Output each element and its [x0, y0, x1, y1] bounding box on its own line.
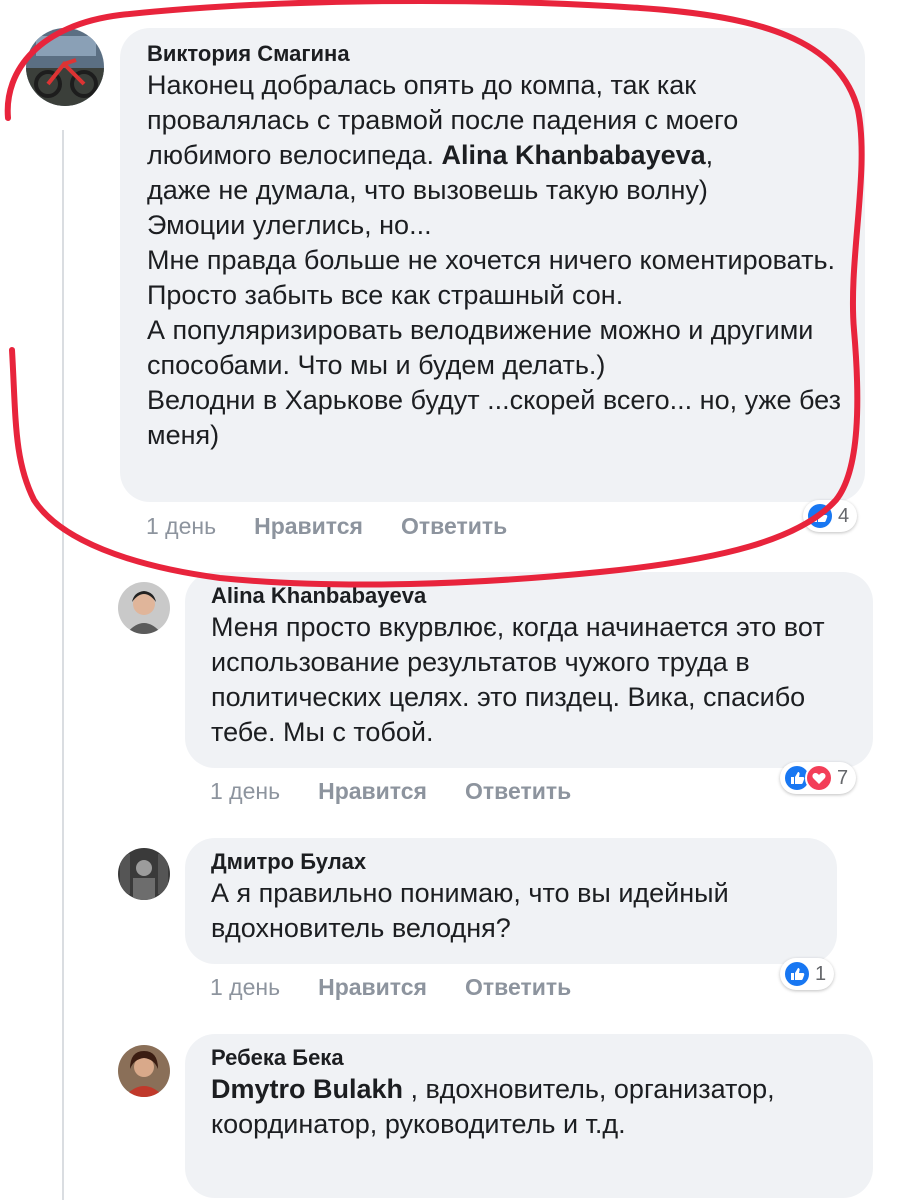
reply-button[interactable]: Ответить — [401, 512, 507, 540]
comment-author[interactable]: Alina Khanbabayeva — [211, 582, 851, 610]
comment-text: А я правильно понимаю, что вы идейный вд… — [211, 878, 737, 943]
comment-bubble: Дмитро Булах А я правильно понимаю, что … — [185, 838, 837, 964]
avatar[interactable] — [118, 582, 170, 634]
reply-button[interactable]: Ответить — [465, 777, 571, 805]
comment-author[interactable]: Дмитро Булах — [211, 848, 815, 876]
avatar-photo-icon — [118, 582, 170, 634]
thread-line — [62, 130, 64, 1200]
comment-author[interactable]: Виктория Смагина — [147, 40, 841, 68]
comment-text: Меня просто вкурвлює, когда начинается э… — [211, 612, 833, 747]
comment-text: Dmytro Bulakh , вдохновитель, организато… — [211, 1072, 851, 1142]
avatar-photo-icon — [118, 848, 170, 900]
avatar-photo-icon — [26, 28, 104, 106]
comment-author[interactable]: Ребека Бека — [211, 1044, 851, 1072]
reply-button[interactable]: Ответить — [465, 973, 571, 1001]
reaction-count: 4 — [838, 504, 850, 527]
like-button[interactable]: Нравится — [318, 973, 427, 1001]
mention-link[interactable]: Dmytro Bulakh — [211, 1074, 403, 1104]
comment-bubble: Виктория Смагина Наконец добралась опять… — [120, 28, 865, 502]
comment-time[interactable]: 1 день — [210, 973, 280, 1001]
comment-actions: 1 день Нравится Ответить — [210, 973, 571, 1001]
mention-link[interactable]: Alina Khanbabayeva — [442, 140, 706, 170]
reaction-summary[interactable]: 1 — [780, 958, 835, 990]
comment-bubble: Alina Khanbabayeva Меня просто вкурвлює,… — [185, 572, 873, 768]
avatar-photo-icon — [118, 1045, 170, 1097]
comment-bubble: Ребека Бека Dmytro Bulakh , вдохновитель… — [185, 1034, 873, 1198]
reaction-count: 7 — [837, 766, 849, 789]
comment-actions: 1 день Нравится Ответить — [210, 777, 571, 805]
comment-time[interactable]: 1 день — [146, 512, 216, 540]
avatar[interactable] — [118, 848, 170, 900]
comment-time[interactable]: 1 день — [210, 777, 280, 805]
reaction-summary[interactable]: 4 — [803, 500, 858, 532]
like-button[interactable]: Нравится — [318, 777, 427, 805]
like-reaction-icon — [783, 960, 811, 988]
avatar[interactable] — [118, 1045, 170, 1097]
reaction-summary[interactable]: 7 — [780, 762, 857, 794]
like-button[interactable]: Нравится — [254, 512, 363, 540]
like-reaction-icon — [806, 502, 834, 530]
reaction-count: 1 — [815, 962, 827, 985]
comment-body-continued: , даже не думала, что вызовешь такую вол… — [147, 140, 841, 450]
love-reaction-icon — [805, 764, 833, 792]
avatar[interactable] — [26, 28, 104, 106]
comment-text: Наконец добралась опять до компа, так ка… — [147, 68, 841, 453]
comment-actions: 1 день Нравится Ответить — [146, 512, 507, 540]
